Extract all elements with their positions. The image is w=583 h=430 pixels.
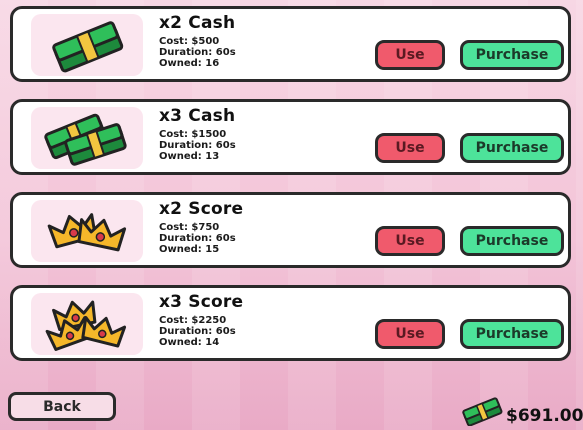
use-button[interactable]: Use xyxy=(375,133,445,163)
two-crowns-icon xyxy=(31,200,143,262)
use-button[interactable]: Use xyxy=(375,40,445,70)
purchase-button[interactable]: Purchase xyxy=(460,133,564,163)
shop-item-x3-cash: x3 Cash Cost: $1500 Duration: 60s Owned:… xyxy=(10,99,571,175)
item-title: x3 Cash xyxy=(159,106,236,126)
item-owned: Owned: 14 xyxy=(159,337,220,348)
shop-item-x2-score: x2 Score Cost: $750 Duration: 60s Owned:… xyxy=(10,192,571,268)
cash-stack-icon xyxy=(31,14,143,76)
item-duration: Duration: 60s xyxy=(159,47,236,58)
purchase-button[interactable]: Purchase xyxy=(460,40,564,70)
balance-amount: $691.00 xyxy=(506,406,583,426)
item-stats: Cost: $2250 Duration: 60s Owned: 14 xyxy=(159,315,236,348)
item-duration: Duration: 60s xyxy=(159,140,236,151)
three-crowns-icon xyxy=(31,293,143,355)
shop-item-x2-cash: x2 Cash Cost: $500 Duration: 60s Owned: … xyxy=(10,6,571,82)
item-title: x3 Score xyxy=(159,292,244,312)
item-title: x2 Score xyxy=(159,199,244,219)
item-stats: Cost: $1500 Duration: 60s Owned: 13 xyxy=(159,129,236,162)
item-cost: Cost: $1500 xyxy=(159,129,227,140)
item-stats: Cost: $500 Duration: 60s Owned: 16 xyxy=(159,36,236,69)
purchase-button[interactable]: Purchase xyxy=(460,319,564,349)
use-button[interactable]: Use xyxy=(375,226,445,256)
item-owned: Owned: 13 xyxy=(159,151,220,162)
cash-stacks-icon xyxy=(31,107,143,169)
item-cost: Cost: $500 xyxy=(159,36,220,47)
item-duration: Duration: 60s xyxy=(159,326,236,337)
cash-stack-icon xyxy=(460,396,504,430)
item-title: x2 Cash xyxy=(159,13,236,33)
item-cost: Cost: $2250 xyxy=(159,315,227,326)
item-owned: Owned: 16 xyxy=(159,58,220,69)
item-owned: Owned: 15 xyxy=(159,244,220,255)
item-stats: Cost: $750 Duration: 60s Owned: 15 xyxy=(159,222,236,255)
back-button[interactable]: Back xyxy=(8,392,116,421)
item-cost: Cost: $750 xyxy=(159,222,220,233)
purchase-button[interactable]: Purchase xyxy=(460,226,564,256)
item-duration: Duration: 60s xyxy=(159,233,236,244)
use-button[interactable]: Use xyxy=(375,319,445,349)
shop-item-x3-score: x3 Score Cost: $2250 Duration: 60s Owned… xyxy=(10,285,571,361)
